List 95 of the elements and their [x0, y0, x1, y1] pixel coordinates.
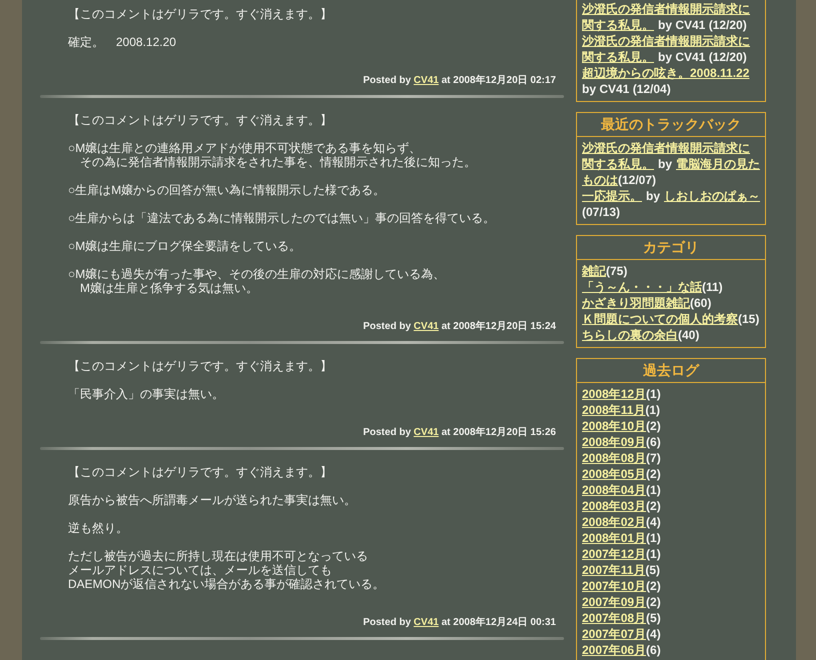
- post-timestamp: at 2008年12月20日 15:24: [441, 321, 556, 332]
- comment-link[interactable]: 沙澄氏の発信者情報開示請求に: [582, 1, 750, 17]
- author-link[interactable]: CV41: [414, 321, 439, 332]
- comment-link[interactable]: 超辺境からの呟き。2008.11.22: [582, 65, 750, 81]
- category-count: (75): [606, 264, 628, 278]
- archive-count: (1): [646, 531, 661, 545]
- archive-count: (7): [646, 451, 661, 465]
- trackback-link[interactable]: しおしおのぱぁ～: [664, 188, 760, 204]
- archive-link[interactable]: 2008年09月: [582, 435, 646, 449]
- category-link[interactable]: ちらしの裏の余白: [582, 328, 678, 342]
- byline-text: by CV41 (12/20): [658, 49, 747, 65]
- archive-count: (1): [646, 483, 661, 497]
- archive-count: (2): [646, 499, 661, 513]
- category-count: (15): [738, 312, 760, 326]
- comment-text: その為に発信者情報開示請求をされた事を、情報開示された後に知った。: [79, 155, 476, 169]
- comment-text: 原告から被告へ所謂毒メールが送られた事実は無い。: [68, 493, 356, 507]
- archive-link[interactable]: 2008年10月: [582, 419, 646, 433]
- comment-text: 【このコメントはゲリラです。すぐ消えます。】: [68, 7, 332, 21]
- panel-title: 過去ログ: [577, 359, 765, 383]
- archive-count: (5): [646, 611, 661, 625]
- archive-count: (1): [645, 403, 660, 417]
- comment-text: ○M嬢は生扉との連絡用メアドが使用不可状態である事を知らず、: [68, 141, 422, 155]
- archive-link[interactable]: 2007年09月: [582, 595, 646, 609]
- trackback-link[interactable]: 一応提示。: [582, 188, 642, 204]
- trackback-link[interactable]: 関する私見。: [582, 156, 654, 172]
- archive-count: (5): [645, 563, 660, 577]
- byline-text: by: [658, 156, 672, 172]
- archive-link[interactable]: 2008年02月: [582, 515, 646, 529]
- archive-link[interactable]: 2008年01月: [582, 531, 646, 545]
- comment-text: ○生扉はM嬢からの回答が無い為に情報開示した様である。: [68, 183, 386, 197]
- comment-link[interactable]: 関する私見。: [582, 17, 654, 33]
- category-count: (40): [678, 328, 700, 342]
- archive-link[interactable]: 2007年12月: [582, 547, 646, 561]
- comment-text: ○生扉からは「違法である為に情報開示したのでは無い」事の回答を得ている。: [68, 211, 496, 225]
- archive-link[interactable]: 2008年12月: [582, 387, 646, 401]
- comment-text: メールアドレスについては、メールを送信しても: [68, 563, 332, 577]
- byline-text: by: [646, 188, 660, 204]
- archive-count: (2): [646, 419, 661, 433]
- posted-by-label: Posted by: [363, 75, 411, 86]
- archive-count: (1): [646, 547, 661, 561]
- date-text: (12/07): [618, 172, 656, 188]
- comment-link[interactable]: 沙澄氏の発信者情報開示請求に: [582, 33, 750, 49]
- comment-text: M嬢は生扉と係争する気は無い。: [79, 281, 258, 295]
- archive-link[interactable]: 2007年07月: [582, 627, 646, 641]
- comment-link[interactable]: 関する私見。: [582, 49, 654, 65]
- category-count: (11): [702, 280, 723, 294]
- post-timestamp: at 2008年12月24日 00:31: [441, 617, 556, 628]
- post-timestamp: at 2008年12月20日 02:17: [441, 75, 556, 86]
- author-link[interactable]: CV41: [414, 617, 439, 628]
- comment-text: ○M嬢にも過失が有った事や、その後の生扉の対応に感謝している為、: [68, 267, 446, 281]
- archive-count: (4): [646, 515, 661, 529]
- comment-text: 【このコメントはゲリラです。すぐ消えます。】: [68, 465, 332, 479]
- archive-link[interactable]: 2007年11月: [582, 563, 646, 577]
- category-link[interactable]: かざきり羽問題雑記: [582, 296, 690, 310]
- posted-by-label: Posted by: [363, 617, 411, 628]
- archive-link[interactable]: 2007年06月: [582, 643, 646, 657]
- comment-text: 確定。 2008.12.20: [68, 35, 176, 49]
- author-link[interactable]: CV41: [414, 75, 439, 86]
- archive-link[interactable]: 2007年08月: [582, 611, 646, 625]
- trackback-link[interactable]: ものは: [582, 172, 618, 188]
- comment-text: 【このコメントはゲリラです。すぐ消えます。】: [68, 113, 332, 127]
- panel-title: 最近のトラックバック: [577, 113, 765, 137]
- archive-count: (1): [646, 387, 661, 401]
- author-link[interactable]: CV41: [414, 427, 439, 438]
- archive-link[interactable]: 2008年08月: [582, 451, 646, 465]
- category-link[interactable]: 雑記: [582, 264, 606, 278]
- comment-text: ただし被告が過去に所持し現在は使用不可となっている: [68, 549, 368, 563]
- archive-link[interactable]: 2008年03月: [582, 499, 646, 513]
- archive-link[interactable]: 2008年11月: [582, 403, 646, 417]
- archive-count: (2): [646, 595, 661, 609]
- byline-text: by CV41 (12/20): [658, 17, 747, 33]
- archive-link[interactable]: 2008年04月: [582, 483, 646, 497]
- trackback-link[interactable]: 沙澄氏の発信者情報開示請求に: [582, 140, 750, 156]
- archive-link[interactable]: 2008年05月: [582, 467, 646, 481]
- category-link[interactable]: Ｋ問題についての個人的考察: [582, 312, 738, 326]
- panel-title: カテゴリ: [577, 236, 765, 260]
- archive-count: (2): [646, 579, 661, 593]
- archive-count: (6): [646, 435, 661, 449]
- archive-count: (6): [646, 643, 661, 657]
- posted-by-label: Posted by: [363, 427, 411, 438]
- trackback-link[interactable]: 電脳海月の見た: [676, 156, 760, 172]
- byline-text: by CV41 (12/04): [582, 81, 671, 97]
- comment-text: ○M嬢は生扉にブログ保全要請をしている。: [68, 239, 302, 253]
- archive-count: (4): [646, 627, 661, 641]
- comment-text: 逆も然り。: [68, 521, 128, 535]
- date-text: (07/13): [582, 204, 620, 220]
- category-count: (60): [690, 296, 712, 310]
- archive-count: (2): [646, 467, 661, 481]
- comment-text: DAEMONが返信されない場合がある事が確認されている。: [68, 577, 385, 591]
- comment-text: 「民事介入」の事実は無い。: [68, 387, 224, 401]
- comment-text: 【このコメントはゲリラです。すぐ消えます。】: [68, 359, 332, 373]
- category-link[interactable]: 「う～ん・・・」な話: [582, 280, 702, 294]
- archive-link[interactable]: 2007年10月: [582, 579, 646, 593]
- post-timestamp: at 2008年12月20日 15:26: [441, 427, 556, 438]
- posted-by-label: Posted by: [363, 321, 411, 332]
